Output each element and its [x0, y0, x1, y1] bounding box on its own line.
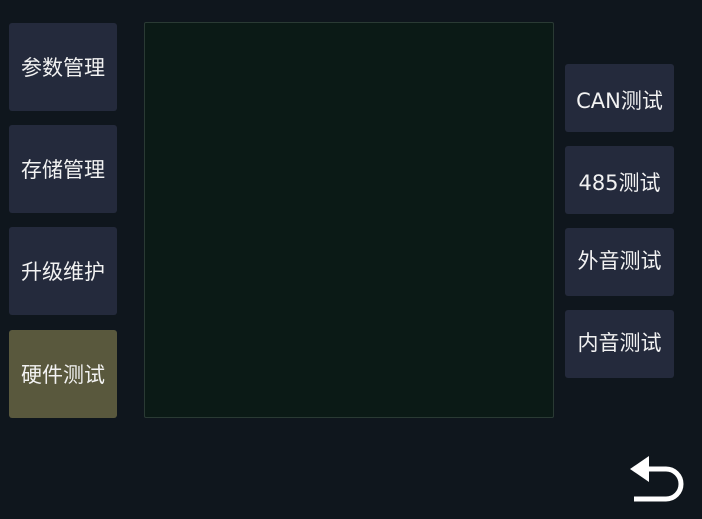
test-output-panel	[144, 22, 554, 418]
menu-upgrade-maintenance-button[interactable]: 升级维护	[9, 227, 117, 315]
menu-param-management-button[interactable]: 参数管理	[9, 23, 117, 111]
rs485-test-button[interactable]: 485测试	[565, 146, 674, 214]
can-test-button[interactable]: CAN测试	[565, 64, 674, 132]
back-arrow-icon	[630, 456, 684, 502]
back-button[interactable]	[626, 452, 688, 508]
menu-storage-management-button[interactable]: 存储管理	[9, 125, 117, 213]
menu-hardware-test-button[interactable]: 硬件测试	[9, 330, 117, 418]
internal-audio-test-button[interactable]: 内音测试	[565, 310, 674, 378]
external-audio-test-button[interactable]: 外音测试	[565, 228, 674, 296]
